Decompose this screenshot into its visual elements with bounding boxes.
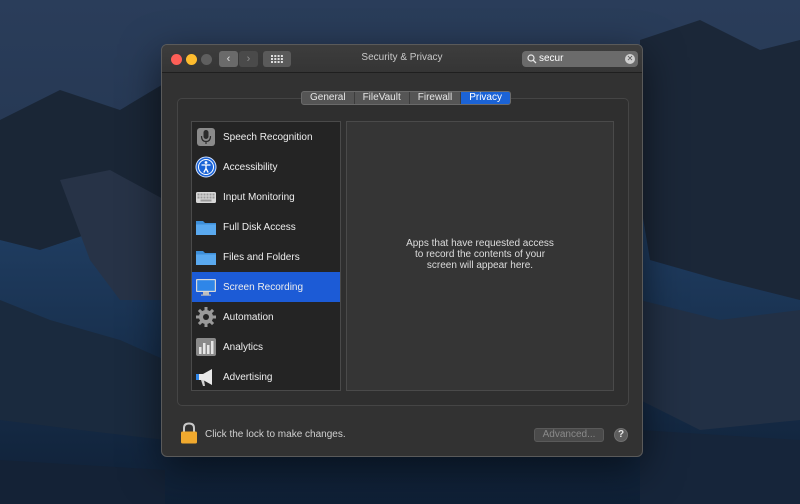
sidebar-item-label: Files and Folders: [223, 251, 300, 263]
title-bar: ‹ › Security & Privacy secur ✕: [162, 45, 642, 73]
search-field[interactable]: secur ✕: [522, 51, 638, 67]
sidebar-item-accessibility[interactable]: Accessibility: [192, 152, 340, 182]
zoom-window-button[interactable]: [201, 54, 212, 65]
accessibility-icon: [195, 156, 217, 178]
sidebar-item-input-monitoring[interactable]: Input Monitoring: [192, 182, 340, 212]
privacy-category-list: Speech Recognition Accessibility Input M…: [191, 121, 341, 391]
tab-bar: General FileVault Firewall Privacy: [301, 91, 511, 105]
tab-privacy[interactable]: Privacy: [461, 92, 510, 104]
tab-firewall[interactable]: Firewall: [410, 92, 462, 104]
lock-instruction-text: Click the lock to make changes.: [205, 429, 346, 440]
sidebar-item-screen-recording[interactable]: Screen Recording: [192, 272, 340, 302]
search-input[interactable]: secur: [539, 53, 563, 64]
megaphone-icon: [196, 369, 212, 386]
sidebar-item-label: Speech Recognition: [223, 131, 313, 143]
back-button[interactable]: ‹: [219, 51, 238, 67]
clear-search-icon[interactable]: ✕: [625, 54, 635, 64]
tab-general[interactable]: General: [302, 92, 355, 104]
detail-pane: Apps that have requested access to recor…: [346, 121, 614, 391]
folder-icon: [196, 221, 216, 235]
folder-icon: [196, 251, 216, 265]
forward-button[interactable]: ›: [239, 51, 258, 67]
sidebar-item-label: Screen Recording: [223, 281, 304, 293]
gear-icon: [196, 307, 216, 327]
minimize-window-button[interactable]: [186, 54, 197, 65]
sidebar-item-advertising[interactable]: Advertising: [192, 362, 340, 392]
sidebar-item-label: Accessibility: [223, 161, 278, 173]
empty-state-message: Apps that have requested access to recor…: [406, 238, 554, 271]
security-privacy-window: ‹ › Security & Privacy secur ✕ General F…: [161, 44, 643, 457]
help-button[interactable]: ?: [614, 428, 628, 442]
sidebar-item-label: Automation: [223, 311, 274, 323]
advanced-button[interactable]: Advanced...: [534, 428, 604, 442]
search-icon: [527, 54, 537, 64]
analytics-icon: [196, 338, 216, 356]
microphone-icon: [197, 128, 215, 146]
sidebar-item-label: Input Monitoring: [223, 191, 295, 203]
sidebar-item-files-and-folders[interactable]: Files and Folders: [192, 242, 340, 272]
grid-icon: [271, 55, 283, 63]
display-icon: [196, 279, 216, 296]
sidebar-item-label: Full Disk Access: [223, 221, 296, 233]
sidebar-item-label: Analytics: [223, 341, 264, 353]
show-all-button[interactable]: [263, 51, 291, 67]
keyboard-icon: [196, 192, 216, 203]
tab-filevault[interactable]: FileVault: [355, 92, 410, 104]
sidebar-item-label: Advertising: [223, 371, 273, 383]
sidebar-item-full-disk-access[interactable]: Full Disk Access: [192, 212, 340, 242]
sidebar-item-speech-recognition[interactable]: Speech Recognition: [192, 122, 340, 152]
sidebar-item-automation[interactable]: Automation: [192, 302, 340, 332]
lock-icon[interactable]: [180, 422, 198, 444]
sidebar-item-analytics[interactable]: Analytics: [192, 332, 340, 362]
close-window-button[interactable]: [171, 54, 182, 65]
window-title: Security & Privacy: [361, 52, 443, 63]
